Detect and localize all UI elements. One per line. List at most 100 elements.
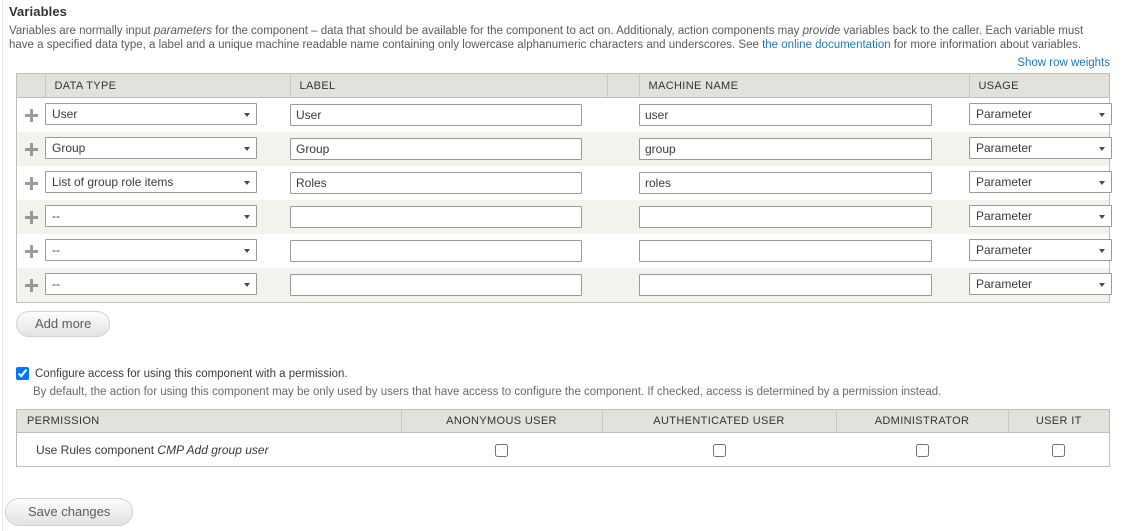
label-input[interactable] [290,206,582,228]
col-header-handle [17,74,46,98]
drag-move-icon[interactable] [24,109,38,123]
row-drag-handle-cell[interactable] [17,132,45,166]
data-type-select[interactable]: Group [45,136,257,159]
machine-name-input[interactable] [639,240,932,262]
chevron-down-icon [1099,112,1105,117]
label-cell [290,200,607,234]
desc-part-4: for more information about variables. [890,39,1082,51]
machine-name-input[interactable] [639,172,932,194]
label-input[interactable] [290,104,582,126]
configure-access-checkbox[interactable] [16,367,29,380]
permission-user-it-cell [1008,433,1109,467]
usage-select[interactable]: Parameter [969,204,1112,227]
row-drag-handle-cell[interactable] [17,234,45,268]
data-type-value: Group [52,140,86,155]
desc-part-1: Variables are normally input [9,25,154,37]
chevron-down-icon [1099,214,1105,219]
col-header-usage: USAGE [969,74,1109,98]
save-changes-button[interactable]: Save changes [5,498,134,526]
label-cell [290,234,607,268]
data-type-value: List of group role items [52,174,174,189]
configure-access-checkbox-row[interactable]: Configure access for using this componen… [16,367,348,380]
data-type-select[interactable]: User [45,102,257,125]
usage-value: Parameter [976,242,1033,257]
table-row: User Parameter [17,97,1112,133]
label-input[interactable] [290,240,582,262]
drag-move-icon[interactable] [24,245,38,259]
data-type-select[interactable]: -- [45,238,257,261]
variables-table-body: User Parameter Group [17,97,1112,302]
label-input[interactable] [290,172,582,194]
chevron-down-icon [244,146,250,151]
online-documentation-link[interactable]: the online documentation [762,39,891,51]
label-cell [290,98,607,133]
drag-move-icon[interactable] [24,211,38,225]
data-type-value: User [52,106,78,121]
row-drag-handle-cell[interactable] [17,166,45,200]
drag-move-icon[interactable] [24,143,38,157]
usage-cell: Parameter [969,234,1112,268]
row-drag-handle-cell[interactable] [17,98,45,133]
usage-value: Parameter [976,276,1033,291]
machine-name-input[interactable] [639,104,932,126]
table-row: -- Parameter [17,234,1112,268]
data-type-select[interactable]: -- [45,272,257,295]
usage-select[interactable]: Parameter [969,136,1112,159]
machine-name-input[interactable] [639,138,932,160]
permission-anonymous-cell [401,433,602,467]
data-type-cell: List of group role items [45,166,290,200]
desc-part-2: for the component – data that should be … [212,25,803,37]
row-drag-handle-cell[interactable] [17,200,45,234]
permission-table: PERMISSION ANONYMOUS USER AUTHENTICATED … [17,410,1109,466]
spacer-cell [607,200,639,234]
permission-checkbox-user-it[interactable] [1052,443,1065,457]
permission-checkbox-anonymous-user[interactable] [495,443,508,457]
table-row: Group Parameter [17,132,1112,166]
page-root: Variables Variables are normally input p… [0,0,1123,531]
spacer-cell [607,234,639,268]
label-input[interactable] [290,274,582,296]
desc-emphasis-provide: provide [802,25,841,37]
drag-move-icon[interactable] [24,279,38,293]
usage-select[interactable]: Parameter [969,272,1112,295]
machine-name-cell [639,98,969,133]
usage-select[interactable]: Parameter [969,170,1112,193]
usage-cell: Parameter [969,98,1112,133]
label-cell [290,132,607,166]
row-drag-handle-cell[interactable] [17,268,45,302]
permission-checkbox-authenticated-user[interactable] [712,443,726,457]
usage-cell: Parameter [969,268,1112,302]
table-row: Use Rules component CMP Add group user [17,433,1109,467]
show-row-weights-link[interactable]: Show row weights [1017,57,1110,69]
col-header-administrator: ADMINISTRATOR [836,410,1009,433]
data-type-select[interactable]: -- [45,204,257,227]
table-row: -- Parameter [17,268,1112,302]
machine-name-cell [639,166,969,200]
usage-select[interactable]: Parameter [969,102,1112,125]
chevron-down-icon [244,282,250,287]
machine-name-cell [639,268,969,302]
table-row: -- Parameter [17,200,1112,234]
page-title: Variables [9,4,67,19]
data-type-select[interactable]: List of group role items [45,170,257,193]
machine-name-input[interactable] [639,206,932,228]
permission-table-head: PERMISSION ANONYMOUS USER AUTHENTICATED … [17,410,1109,433]
permission-table-body: Use Rules component CMP Add group user [17,433,1109,467]
variables-table-wrapper: DATA TYPE LABEL MACHINE NAME USAGE User [16,73,1112,303]
variables-table: DATA TYPE LABEL MACHINE NAME USAGE User [17,74,1112,302]
permission-header-row: PERMISSION ANONYMOUS USER AUTHENTICATED … [17,410,1109,433]
usage-value: Parameter [976,140,1033,155]
label-input[interactable] [290,138,582,160]
col-header-label: LABEL [290,74,608,98]
permission-checkbox-administrator[interactable] [915,443,929,457]
chevron-down-icon [244,112,250,117]
data-type-value: -- [52,242,60,257]
drag-move-icon[interactable] [24,177,38,191]
usage-select[interactable]: Parameter [969,238,1112,261]
variables-header-row: DATA TYPE LABEL MACHINE NAME USAGE [17,74,1109,98]
data-type-cell: -- [45,268,290,302]
add-more-button[interactable]: Add more [16,311,111,337]
data-type-cell: -- [45,234,290,268]
machine-name-input[interactable] [639,274,932,296]
data-type-value: -- [52,208,60,223]
